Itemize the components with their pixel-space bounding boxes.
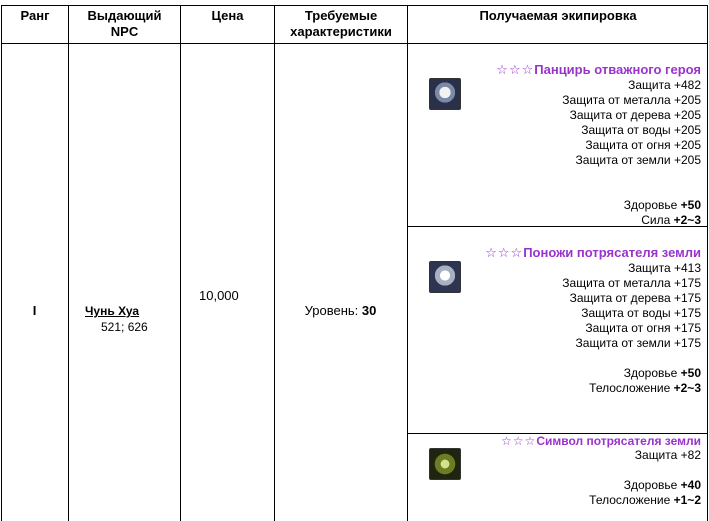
bonus-line: Телосложение +1~2 xyxy=(589,493,701,507)
requirement-level: Уровень: 30 xyxy=(274,303,407,318)
cell-requirements xyxy=(274,43,407,521)
cell-price xyxy=(180,43,274,521)
item-stats-amulet: Защита +82 Здоровье +40 Телосложение +1~… xyxy=(589,448,701,508)
item-title-armor: ☆☆☆Панцирь отважного героя xyxy=(496,62,701,78)
header-rank-label: Ранг xyxy=(20,8,50,23)
stat-line: Защита от металла +175 xyxy=(562,276,701,290)
stat-line: Защита +413 xyxy=(628,261,701,275)
npc-link[interactable]: Чунь Хуа xyxy=(85,304,139,318)
amulet-icon[interactable] xyxy=(429,448,461,480)
bonus-line: Здоровье +50 xyxy=(623,198,701,212)
item-title-leggings: ☆☆☆Поножи потрясателя земли xyxy=(485,245,701,261)
header-requirements: Требуемые характеристики xyxy=(274,5,407,43)
stat-line: Защита от огня +205 xyxy=(585,138,701,152)
leggings-icon[interactable] xyxy=(429,261,461,293)
item-name-amulet: Символ потрясателя земли xyxy=(536,434,701,448)
bonus-line: Здоровье +40 xyxy=(623,478,701,492)
header-price-label: Цена xyxy=(211,8,244,23)
npc-coordinates: 521; 626 xyxy=(101,320,148,334)
item-name-armor: Панцирь отважного героя xyxy=(534,62,701,77)
header-npc-line2: NPC xyxy=(110,24,139,39)
bonus-line: Сила +2~3 xyxy=(641,213,701,227)
header-rank: Ранг xyxy=(1,5,68,43)
item-card-amulet: ☆☆☆Символ потрясателя земли Защита +82 З… xyxy=(407,434,707,521)
cell-rank xyxy=(1,43,68,521)
item-name-leggings: Поножи потрясателя земли xyxy=(523,245,701,260)
stat-line: Защита от воды +205 xyxy=(581,123,701,137)
requirement-level-label: Уровень: xyxy=(304,303,359,318)
rank-value: I xyxy=(32,303,37,318)
item-card-leggings: ☆☆☆Поножи потрясателя земли Защита +413 … xyxy=(407,227,707,433)
equipment-table: Ранг Выдающий NPC Цена Требуемые характе… xyxy=(1,5,708,521)
stat-line: Защита от дерева +205 xyxy=(569,108,701,122)
stat-line: Защита от металла +205 xyxy=(562,93,701,107)
header-req-line2: характеристики xyxy=(290,24,392,39)
stat-line: Защита от дерева +175 xyxy=(569,291,701,305)
rarity-stars-icon: ☆☆☆ xyxy=(496,62,535,77)
rarity-stars-icon: ☆☆☆ xyxy=(501,434,537,448)
stat-line: Защита +482 xyxy=(628,78,701,92)
header-npc-line1: Выдающий xyxy=(87,8,162,23)
header-npc: Выдающий NPC xyxy=(68,5,180,43)
header-price: Цена xyxy=(180,5,274,43)
stat-line: Защита от земли +205 xyxy=(575,153,701,167)
requirement-level-value: 30 xyxy=(361,303,377,318)
table-right-border xyxy=(707,5,708,521)
header-req-line1: Требуемые xyxy=(304,8,378,23)
item-stats-armor: Защита +482 Защита от металла +205 Защит… xyxy=(562,78,701,228)
header-equipment: Получаемая экипировка xyxy=(407,5,708,43)
stat-line: Защита от огня +175 xyxy=(585,321,701,335)
item-card-armor: ☆☆☆Панцирь отважного героя Защита +482 З… xyxy=(407,44,707,228)
armor-icon[interactable] xyxy=(429,78,461,110)
cell-npc xyxy=(68,43,180,521)
stat-line: Защита от земли +175 xyxy=(575,336,701,350)
item-stats-leggings: Защита +413 Защита от металла +175 Защит… xyxy=(562,261,701,396)
bonus-line: Телосложение +2~3 xyxy=(589,381,701,395)
bonus-line: Здоровье +50 xyxy=(623,366,701,380)
stat-line: Защита от воды +175 xyxy=(581,306,701,320)
price-value: 10,000 xyxy=(199,288,239,303)
rarity-stars-icon: ☆☆☆ xyxy=(485,245,524,260)
item-title-amulet: ☆☆☆Символ потрясателя земли xyxy=(501,434,701,448)
stat-line: Защита +82 xyxy=(634,448,701,462)
header-equip-label: Получаемая экипировка xyxy=(479,8,637,23)
